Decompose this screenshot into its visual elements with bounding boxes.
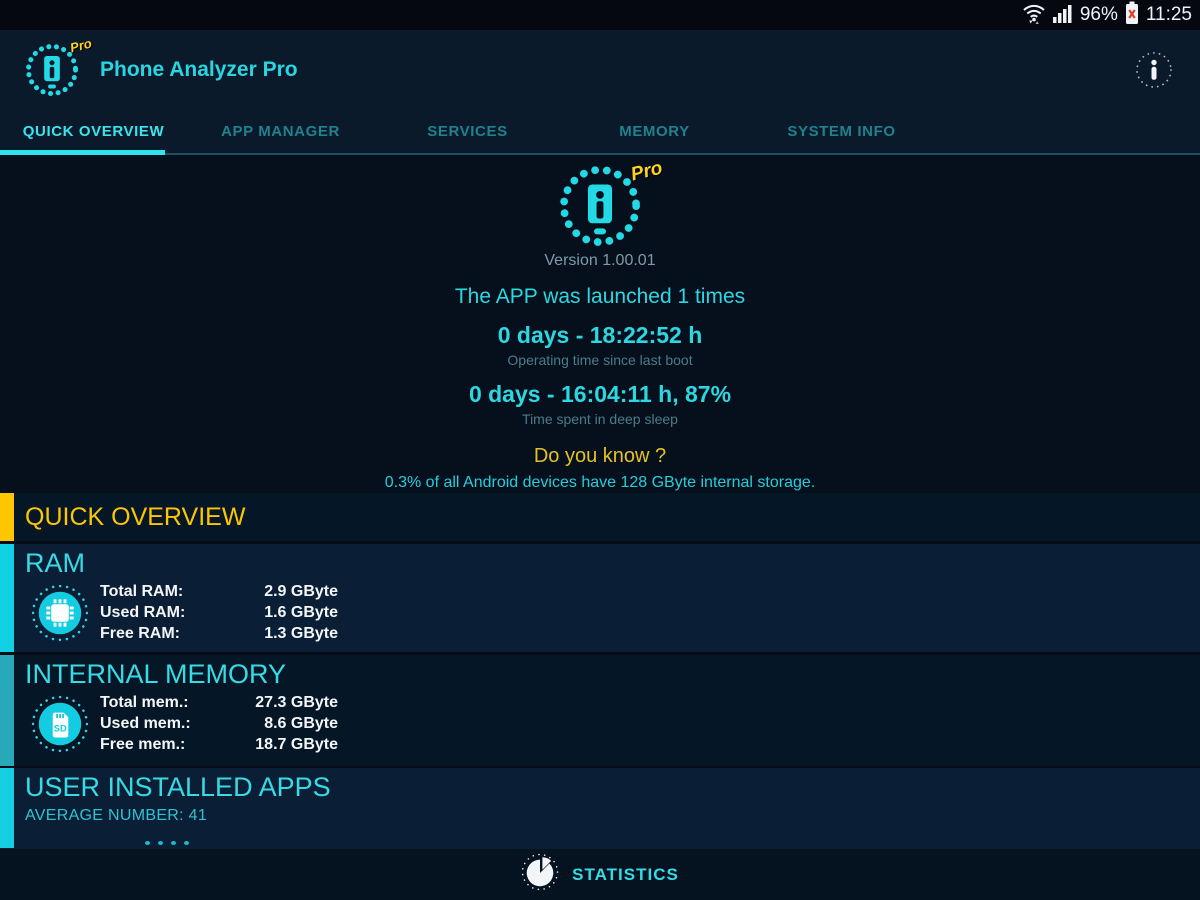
user-apps-average: AVERAGE NUMBER: 41	[25, 807, 208, 824]
version-label: Version 1.00.01	[544, 252, 656, 269]
section-accent-bar	[0, 493, 14, 541]
status-bar: 96% 11:25	[0, 0, 1200, 30]
tab-memory[interactable]: MEMORY	[561, 110, 748, 153]
battery-icon	[1125, 1, 1139, 30]
statistics-label: STATISTICS	[572, 864, 679, 884]
active-tab-underline	[0, 150, 165, 155]
statistics-pie-icon	[521, 853, 559, 896]
sd-card-icon: SD	[31, 695, 89, 753]
section-accent-bar	[0, 768, 14, 848]
ram-free-value: 1.3 GByte	[264, 625, 338, 642]
ram-chip-icon	[31, 584, 89, 642]
statistics-button[interactable]: STATISTICS	[0, 848, 1200, 900]
signal-icon	[1052, 2, 1073, 29]
user-apps-title: USER INSTALLED APPS	[25, 772, 331, 802]
mem-free-label: Free mem.:	[100, 736, 186, 753]
section-ram: RAM Total RAM: 2.9 GByte Used RAM: 1.6 G…	[0, 544, 1200, 652]
uptime-label: Operating time since last boot	[507, 352, 693, 368]
ram-free-label: Free RAM:	[100, 625, 181, 642]
tab-services[interactable]: SERVICES	[374, 110, 561, 153]
ram-used-label: Used RAM:	[100, 604, 186, 621]
tab-system-info[interactable]: SYSTEM INFO	[748, 110, 935, 153]
mem-free-row: Free mem.: 18.7 GByte	[100, 734, 338, 755]
ram-free-row: Free RAM: 1.3 GByte	[100, 623, 338, 644]
mem-used-label: Used mem.:	[100, 715, 191, 732]
ram-total-value: 2.9 GByte	[264, 583, 338, 600]
ram-used-value: 1.6 GByte	[264, 604, 338, 621]
uptime-value: 0 days - 18:22:52 h	[497, 322, 703, 348]
mem-used-value: 8.6 GByte	[264, 715, 338, 732]
section-accent-bar	[0, 655, 14, 766]
launch-count-text: The APP was launched 1 times	[454, 285, 746, 308]
pro-badge: Pro	[629, 157, 665, 186]
battery-percent: 96%	[1079, 4, 1118, 25]
mem-total-value: 27.3 GByte	[255, 694, 338, 711]
svg-text:SD: SD	[54, 723, 67, 733]
overview-panel: Pro Version 1.00.01 The APP was launched…	[0, 155, 1200, 493]
mem-used-row: Used mem.: 8.6 GByte	[100, 713, 338, 734]
mem-total-row: Total mem.: 27.3 GByte	[100, 692, 338, 713]
ram-title: RAM	[25, 548, 85, 578]
mem-total-label: Total mem.:	[100, 694, 189, 711]
info-icon[interactable]	[1134, 50, 1174, 90]
section-quick-overview-header: QUICK OVERVIEW	[0, 493, 1200, 541]
section-user-installed-apps: USER INSTALLED APPS AVERAGE NUMBER: 41	[0, 768, 1200, 848]
ram-total-row: Total RAM: 2.9 GByte	[100, 581, 338, 602]
pro-badge: Pro	[68, 35, 94, 56]
clipped-icon-dots	[145, 841, 189, 845]
app-logo-icon: Pro	[24, 36, 93, 98]
app-logo-large: Pro	[557, 157, 665, 249]
deep-sleep-value: 0 days - 16:04:11 h, 87%	[468, 381, 732, 407]
deep-sleep-label: Time spent in deep sleep	[522, 411, 678, 427]
app-title: Phone Analyzer Pro	[100, 58, 298, 81]
did-you-know-fact: 0.3% of all Android devices have 128 GBy…	[384, 474, 816, 491]
app-header: Pro Phone Analyzer Pro	[0, 30, 1200, 110]
tab-app-manager[interactable]: APP MANAGER	[187, 110, 374, 153]
did-you-know-title: Do you know ?	[533, 445, 667, 467]
section-title: QUICK OVERVIEW	[25, 502, 246, 531]
tab-quick-overview[interactable]: QUICK OVERVIEW	[0, 110, 187, 153]
ram-used-row: Used RAM: 1.6 GByte	[100, 602, 338, 623]
section-internal-memory: INTERNAL MEMORY SD Total mem.: 27.3 GByt…	[0, 655, 1200, 766]
mem-free-value: 18.7 GByte	[255, 736, 338, 753]
section-accent-bar	[0, 544, 14, 652]
ram-total-label: Total RAM:	[100, 583, 184, 600]
tab-bar: QUICK OVERVIEW APP MANAGER SERVICES MEMO…	[0, 110, 1200, 155]
internal-memory-title: INTERNAL MEMORY	[25, 659, 287, 689]
status-clock: 11:25	[1145, 4, 1192, 25]
wifi-icon	[1022, 1, 1046, 30]
